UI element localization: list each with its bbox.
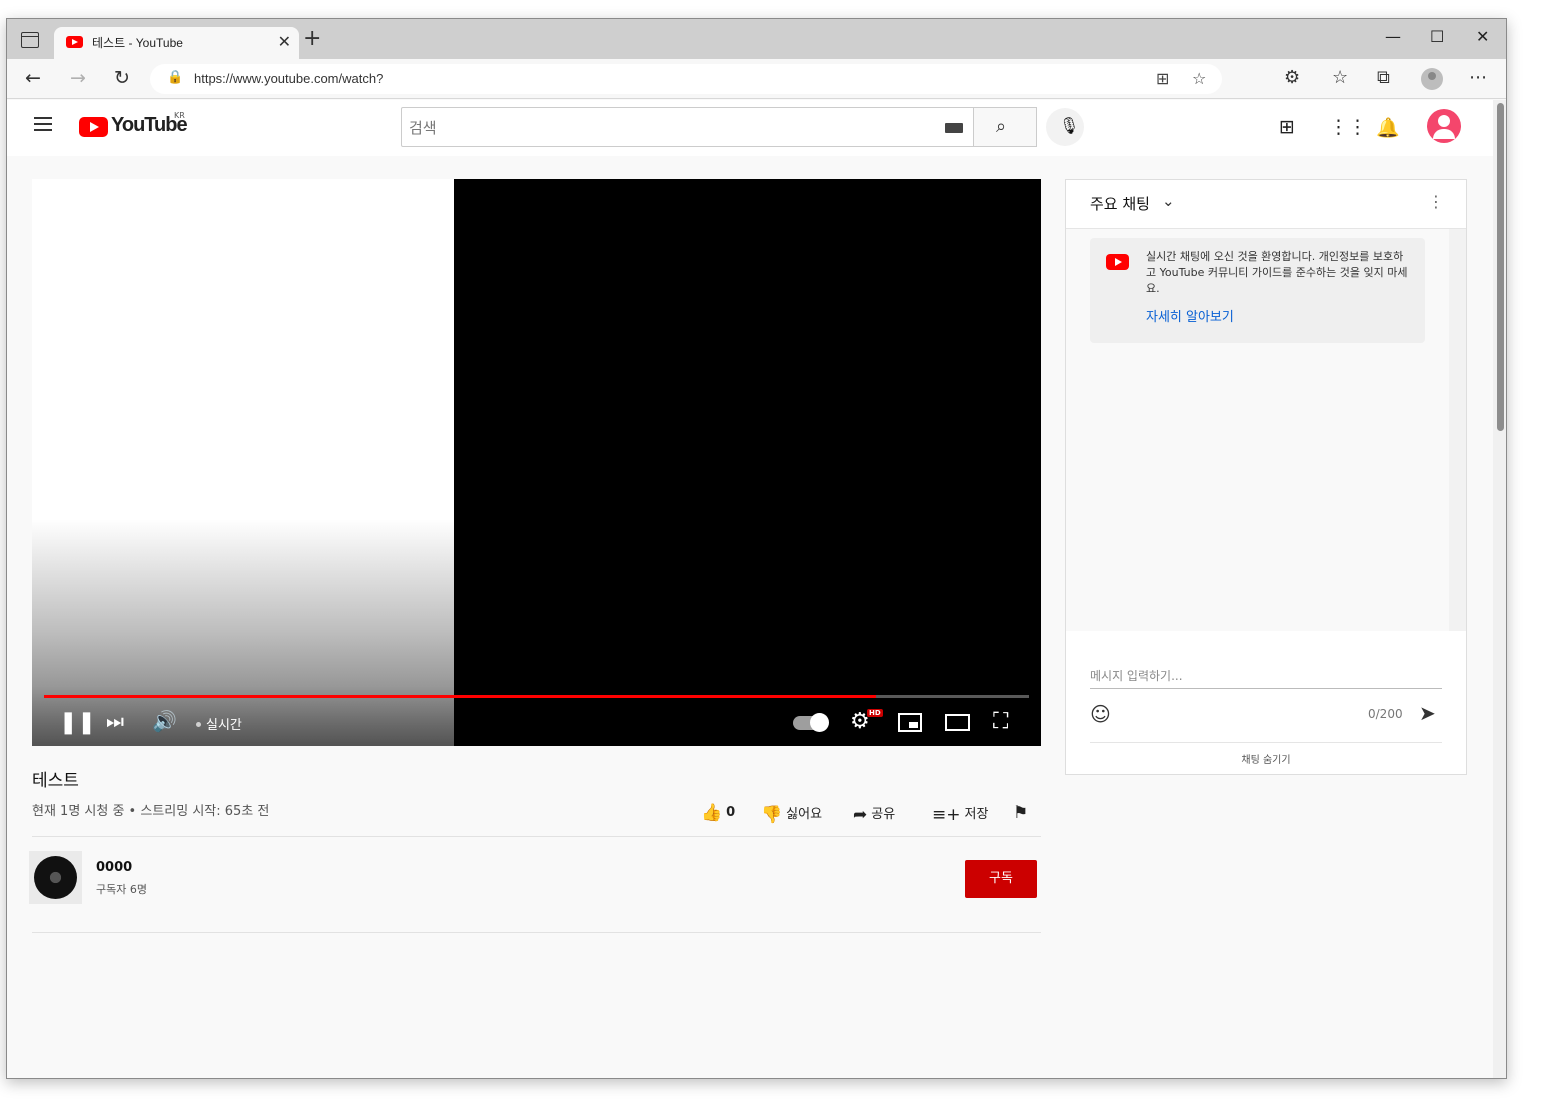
favorite-add-icon[interactable]: ☆ — [1192, 69, 1206, 88]
chat-header: 주요 채팅 ⌄ ⋮ — [1066, 180, 1466, 229]
share-icon: ➦ — [853, 805, 868, 825]
menu-icon[interactable] — [34, 117, 52, 131]
next-icon[interactable]: ⏭ — [106, 709, 124, 733]
autoplay-toggle[interactable] — [793, 713, 829, 732]
theater-icon[interactable] — [945, 714, 970, 731]
chat-messages: 실시간 채팅에 오신 것을 환영합니다. 개인정보를 보호하고 YouTube … — [1066, 229, 1449, 631]
collections-icon[interactable]: ⧉ — [1377, 67, 1390, 88]
subscribe-button[interactable]: 구독 — [965, 860, 1037, 898]
like-button[interactable]: 👍 0 — [701, 803, 735, 823]
reader-icon[interactable]: ⊞ — [1156, 69, 1169, 88]
report-button[interactable]: ⚑ — [1013, 803, 1032, 823]
welcome-message: 실시간 채팅에 오신 것을 환영합니다. 개인정보를 보호하고 YouTube … — [1090, 238, 1425, 343]
tab-close-icon[interactable]: ✕ — [278, 32, 291, 51]
save-icon: ≡+ — [932, 805, 961, 825]
save-button[interactable]: ≡+ 저장 — [932, 803, 988, 825]
hide-chat-button[interactable]: 채팅 숨기기 — [1066, 751, 1466, 766]
keyboard-icon[interactable] — [945, 123, 963, 133]
chat-divider — [1090, 742, 1442, 743]
page-scrollbar[interactable] — [1493, 100, 1506, 1078]
voice-search-button[interactable]: 🎙 — [1046, 108, 1084, 146]
video-title: 테스트 — [32, 771, 79, 791]
share-button[interactable]: ➦ 공유 — [853, 803, 895, 825]
create-icon[interactable]: ⊞ — [1279, 116, 1295, 138]
close-window-button[interactable]: ✕ — [1476, 27, 1489, 46]
video-player[interactable]: ❚❚ ⏭ 🔊 실시간 ⚙ HD ⛶ — [32, 179, 1041, 746]
dislike-label: 싫어요 — [786, 807, 823, 822]
new-tab-button[interactable]: + — [303, 28, 321, 50]
emoji-icon[interactable]: ☺ — [1090, 702, 1111, 726]
divider — [32, 932, 1041, 933]
forward-icon[interactable]: → — [70, 67, 86, 89]
tab-actions-icon[interactable] — [21, 32, 39, 48]
live-chat-panel: 주요 채팅 ⌄ ⋮ 실시간 채팅에 오신 것을 환영합니다. 개인정보를 보호하… — [1065, 179, 1467, 775]
video-meta: 현재 1명 시청 중 • 스트리밍 시작: 65초 전 — [32, 804, 270, 819]
chat-mode-title[interactable]: 주요 채팅 — [1090, 193, 1150, 214]
dislike-icon: 👎 — [761, 805, 783, 825]
tab-strip: 테스트 - YouTube ✕ + — ☐ ✕ — [7, 19, 1506, 59]
refresh-icon[interactable]: ↻ — [114, 67, 130, 89]
live-label[interactable]: 실시간 — [206, 714, 242, 733]
more-vert-icon[interactable]: ⋮ — [1428, 192, 1444, 211]
chat-scrollbar[interactable] — [1449, 229, 1466, 631]
learn-more-link[interactable]: 자세히 알아보기 — [1146, 306, 1234, 325]
search-input[interactable]: 검색 — [401, 107, 974, 147]
apps-icon[interactable]: ⋮⋮ — [1329, 116, 1367, 138]
back-icon[interactable]: ← — [25, 67, 41, 89]
channel-avatar[interactable] — [29, 851, 82, 904]
subscriber-count: 구독자 6명 — [96, 883, 147, 896]
welcome-text: 실시간 채팅에 오신 것을 환영합니다. 개인정보를 보호하고 YouTube … — [1146, 250, 1408, 295]
maximize-button[interactable]: ☐ — [1430, 27, 1444, 46]
fullscreen-icon[interactable]: ⛶ — [993, 709, 1008, 734]
dislike-button[interactable]: 👎 싫어요 — [761, 803, 822, 825]
char-count: 0/200 — [1368, 707, 1403, 721]
hd-badge: HD — [867, 709, 883, 717]
search-icon: ⌕ — [996, 116, 1007, 137]
youtube-icon — [1106, 254, 1129, 270]
send-icon[interactable]: ➤ — [1419, 701, 1436, 725]
browser-navbar: ← → ↻ 🔒 https://www.youtube.com/watch? ⊞… — [7, 59, 1506, 99]
divider — [32, 836, 1041, 837]
address-url[interactable]: https://www.youtube.com/watch? — [194, 71, 383, 86]
search-button[interactable]: ⌕ — [973, 107, 1037, 147]
progress-fill — [44, 695, 877, 698]
mic-icon: 🎙 — [1059, 116, 1080, 135]
youtube-logo[interactable] — [79, 117, 108, 137]
share-label: 공유 — [871, 807, 896, 822]
scrollbar-thumb[interactable] — [1497, 103, 1504, 431]
chat-input-placeholder: 메시지 입력하기... — [1090, 669, 1183, 683]
address-bar[interactable]: 🔒 https://www.youtube.com/watch? ⊞ ☆ — [150, 64, 1222, 94]
miniplayer-icon[interactable] — [898, 713, 922, 732]
flag-icon: ⚑ — [1013, 803, 1029, 823]
account-avatar[interactable] — [1427, 109, 1461, 143]
video-frame-white — [32, 179, 454, 746]
region-code: KR — [174, 111, 185, 120]
browser-tab[interactable]: 테스트 - YouTube ✕ — [54, 27, 299, 59]
favorites-icon[interactable]: ☆ — [1332, 67, 1348, 88]
youtube-favicon — [66, 36, 83, 48]
channel-name[interactable]: 0000 — [96, 860, 132, 875]
live-indicator-dot — [196, 722, 201, 727]
search-placeholder: 검색 — [409, 119, 437, 137]
minimize-button[interactable]: — — [1385, 27, 1401, 46]
progress-bar[interactable] — [44, 695, 1029, 698]
chevron-down-icon[interactable]: ⌄ — [1162, 192, 1175, 210]
chat-message-input[interactable]: 메시지 입력하기... — [1090, 665, 1442, 689]
save-label: 저장 — [964, 807, 989, 822]
lock-icon[interactable]: 🔒 — [167, 70, 183, 85]
youtube-header: YouTube KR 검색 ⌕ 🎙 ⊞ ⋮⋮ 🔔 — [7, 100, 1493, 156]
volume-icon[interactable]: 🔊 — [152, 709, 177, 733]
profile-icon[interactable] — [1421, 68, 1443, 90]
more-icon[interactable]: ⋯ — [1469, 67, 1487, 88]
pause-icon[interactable]: ❚❚ — [59, 710, 96, 735]
bell-icon[interactable]: 🔔 — [1376, 116, 1400, 139]
like-icon: 👍 — [701, 803, 723, 823]
browser-window: 테스트 - YouTube ✕ + — ☐ ✕ ← → ↻ 🔒 https://… — [6, 18, 1507, 1079]
tab-title: 테스트 - YouTube — [92, 36, 183, 50]
like-count: 0 — [726, 805, 736, 820]
extensions-icon[interactable]: ⚙ — [1284, 67, 1300, 88]
